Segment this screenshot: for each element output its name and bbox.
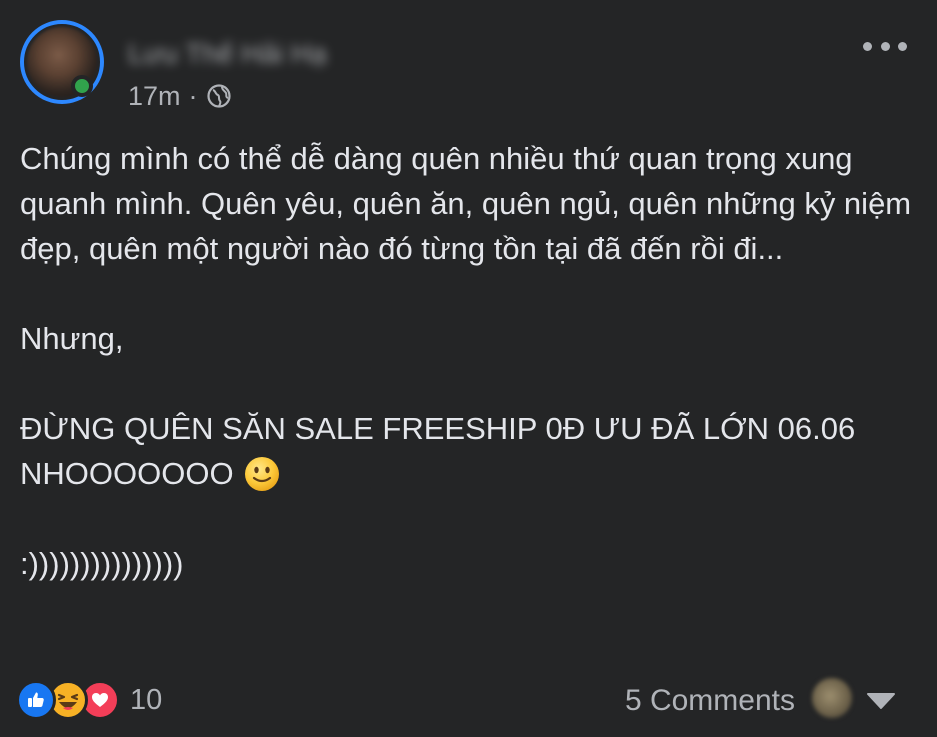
post-timestamp[interactable]: 17m xyxy=(128,81,181,112)
comments-count-link[interactable]: 5 Comments xyxy=(625,684,795,718)
heart-icon xyxy=(92,693,108,707)
reaction-count: 10 xyxy=(130,683,163,716)
post-body: Chúng mình có thể dễ dàng quên nhiều thứ… xyxy=(20,136,920,631)
laughing-face-icon xyxy=(57,693,79,710)
online-status-indicator xyxy=(71,75,93,97)
facebook-post: Lưu Thế Hải Hạ 17m · Chúng mình có thể d… xyxy=(0,0,937,737)
author-avatar[interactable] xyxy=(20,20,112,112)
thumbs-up-icon xyxy=(28,692,44,707)
meta-separator: · xyxy=(188,80,198,111)
post-meta: 17m · xyxy=(128,80,232,112)
like-reaction-icon xyxy=(16,680,56,720)
slightly-smiling-face-icon xyxy=(244,457,279,491)
reactions-summary[interactable]: 10 xyxy=(16,680,162,720)
post-paragraph: Chúng mình có thể dễ dàng quên nhiều thứ… xyxy=(20,141,920,266)
post-paragraph: Nhưng, xyxy=(20,321,124,356)
post-footer: 10 5 Comments xyxy=(0,676,937,728)
globe-icon[interactable] xyxy=(206,83,232,109)
promo-text: ĐỪNG QUÊN SĂN SALE FREESHIP 0Đ ƯU ĐÃ LỚN… xyxy=(20,411,864,491)
commenter-avatar[interactable] xyxy=(812,678,852,718)
more-horizontal-icon xyxy=(863,41,872,51)
more-options-button[interactable] xyxy=(863,34,907,58)
author-name[interactable]: Lưu Thế Hải Hạ xyxy=(128,36,327,72)
chevron-down-icon[interactable] xyxy=(866,692,896,710)
post-paragraph: ĐỪNG QUÊN SĂN SALE FREESHIP 0Đ ƯU ĐÃ LỚN… xyxy=(20,406,920,496)
post-paragraph: :))))))))))))))) xyxy=(20,546,184,581)
